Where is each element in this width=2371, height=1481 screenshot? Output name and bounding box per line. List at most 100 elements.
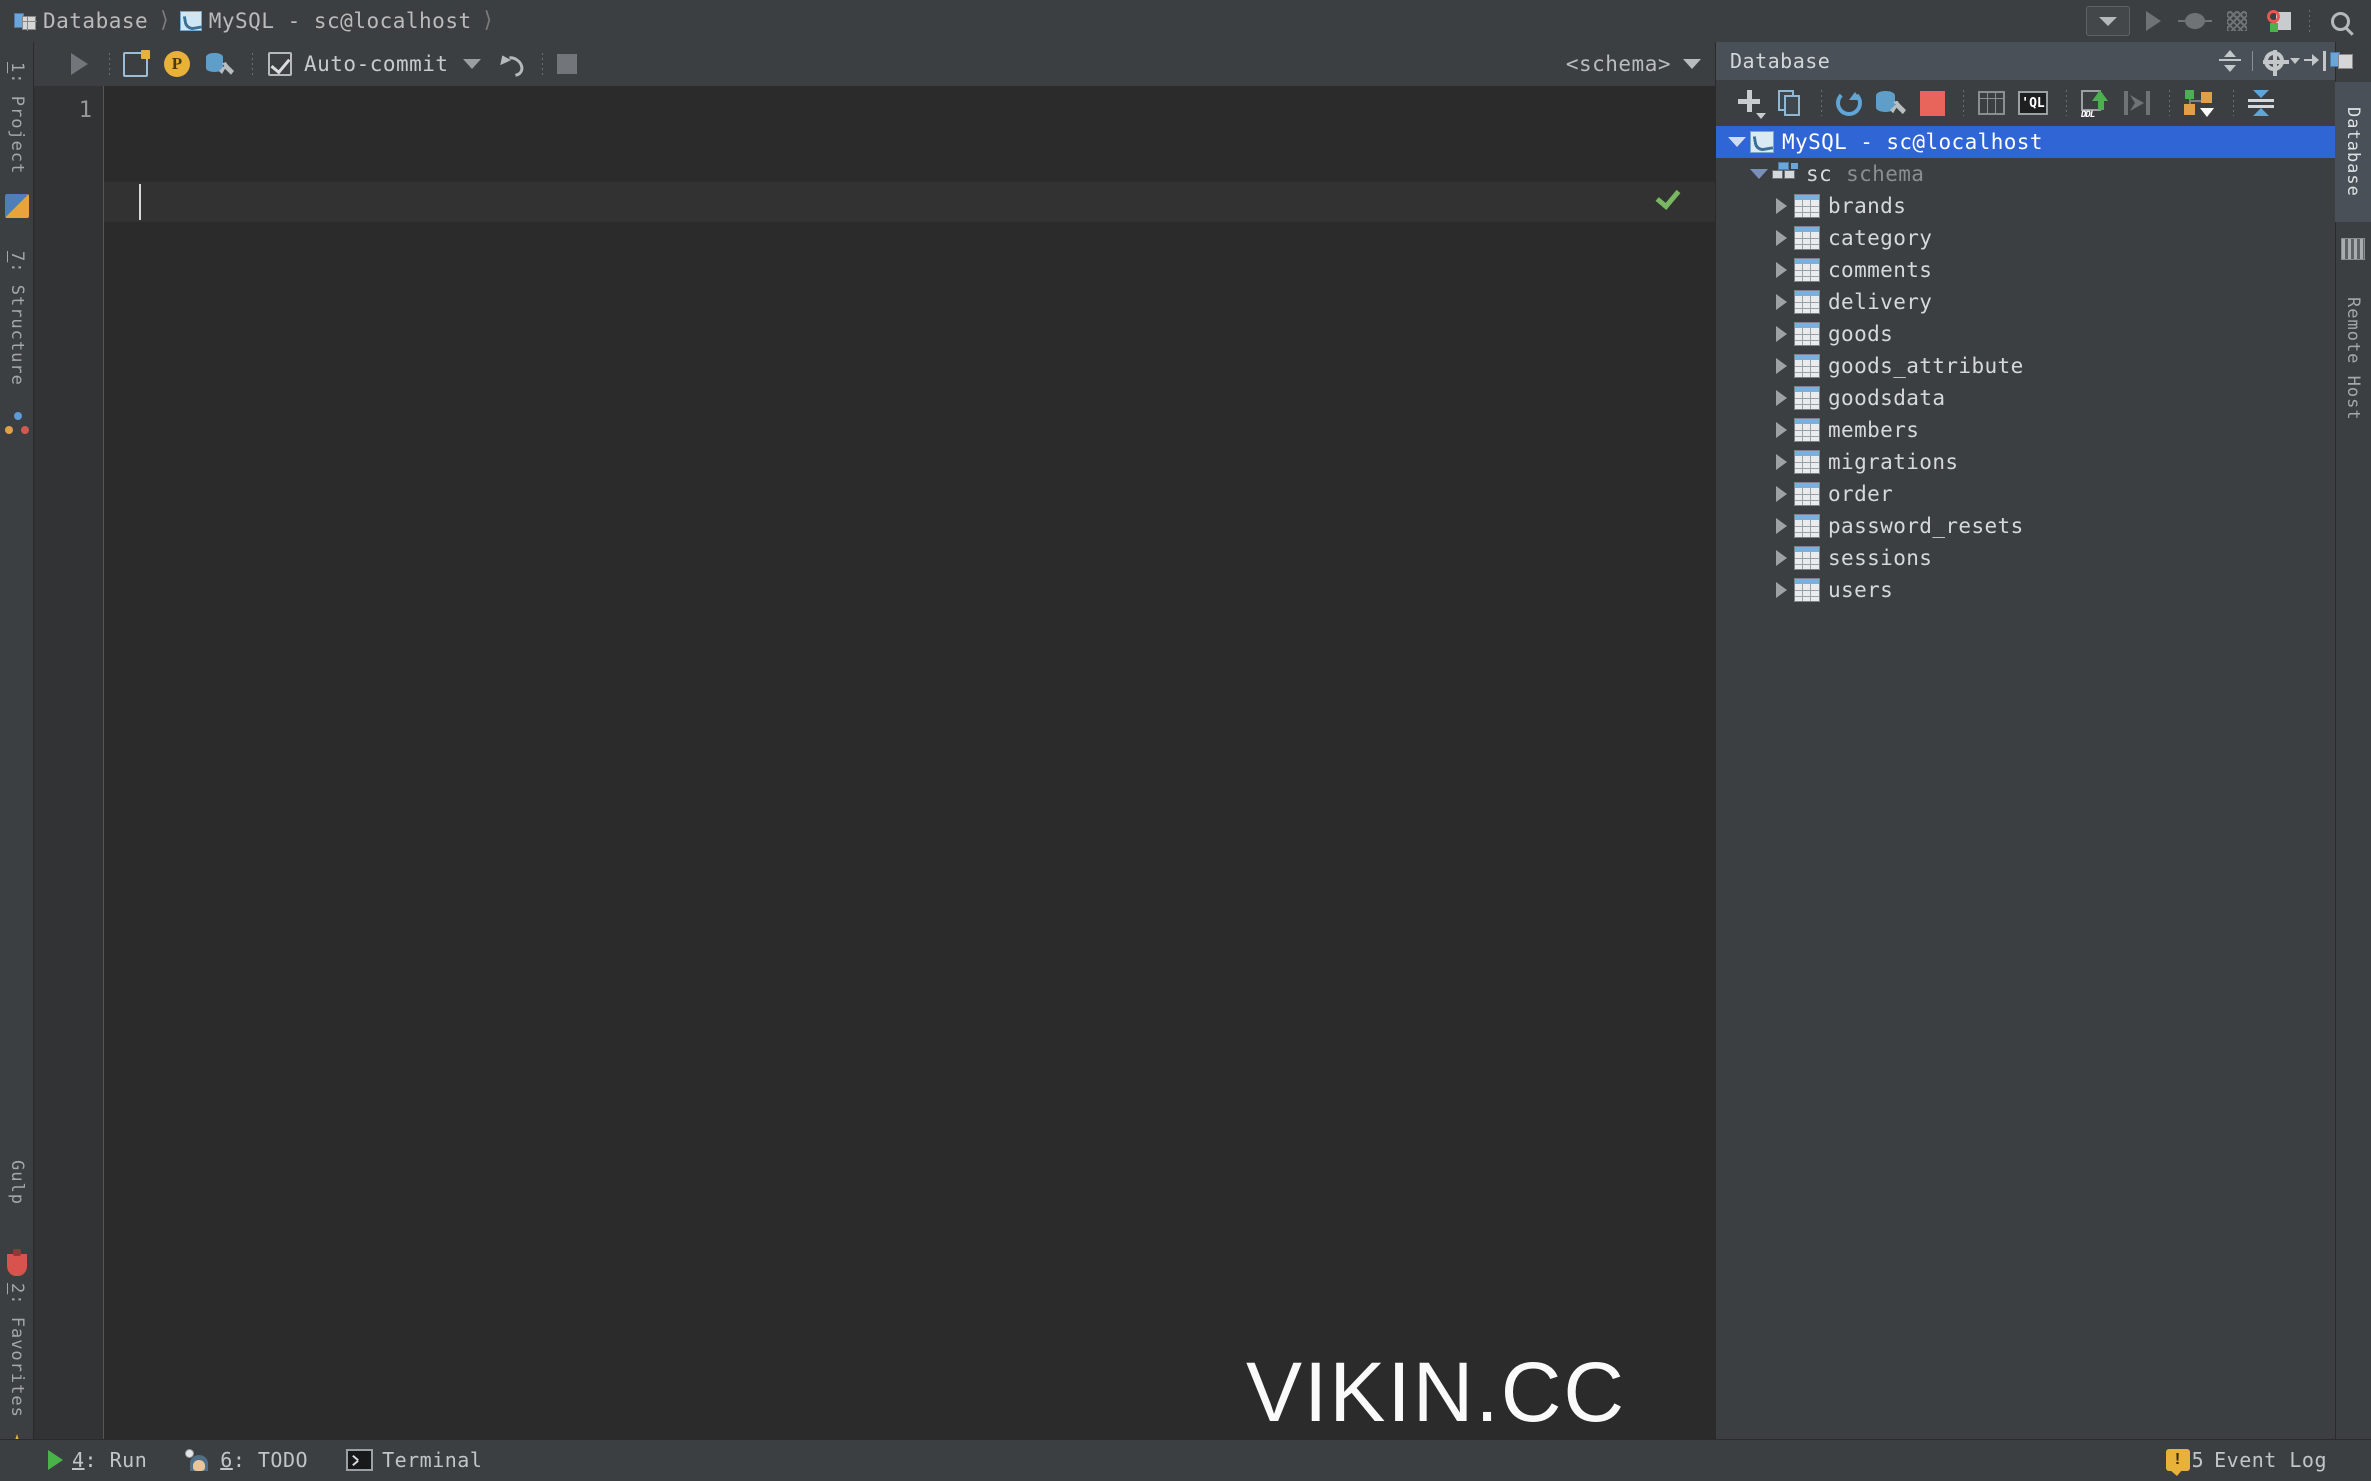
tree-node-label: brands bbox=[1828, 194, 1907, 218]
expand-collapse-button[interactable] bbox=[2243, 86, 2279, 120]
stop-process-button[interactable] bbox=[2260, 6, 2298, 36]
tree-node-table[interactable]: category bbox=[1716, 222, 2336, 254]
run-configuration-dropdown[interactable] bbox=[2086, 6, 2130, 36]
status-todo[interactable]: 6: TODO bbox=[185, 1448, 308, 1472]
expand-arrow-icon[interactable] bbox=[1768, 286, 1794, 318]
expand-arrow-icon[interactable] bbox=[1768, 574, 1794, 606]
p-circle-icon: P bbox=[164, 51, 190, 77]
breadcrumb-item-connection[interactable]: MySQL - sc@localhost bbox=[179, 0, 472, 42]
auto-commit-toggle[interactable]: Auto-commit bbox=[268, 52, 491, 76]
tree-node-label: goodsdata bbox=[1828, 386, 1946, 410]
chevron-down-icon[interactable] bbox=[2290, 58, 2300, 64]
database-icon[interactable] bbox=[2330, 50, 2354, 72]
chevron-down-icon[interactable] bbox=[462, 59, 481, 69]
tree-node-schema[interactable]: sc schema bbox=[1716, 158, 2336, 190]
stop-button[interactable] bbox=[1915, 86, 1949, 120]
stop-query-button[interactable] bbox=[550, 49, 584, 79]
sidebar-tab-database[interactable]: Database bbox=[2335, 82, 2371, 222]
tree-node-table[interactable]: delivery bbox=[1716, 286, 2336, 318]
expand-arrow-icon[interactable] bbox=[1768, 542, 1794, 574]
diagram-button[interactable] bbox=[2179, 86, 2219, 120]
copy-icon bbox=[1778, 90, 1802, 116]
toolbar-divider bbox=[109, 53, 110, 75]
tree-node-table[interactable]: comments bbox=[1716, 254, 2336, 286]
sidebar-tab-remote-host[interactable]: Remote Host bbox=[2335, 270, 2371, 448]
rollback-button[interactable] bbox=[491, 49, 529, 79]
expand-arrow-icon[interactable] bbox=[1768, 222, 1794, 254]
jump-to-data-button[interactable] bbox=[1973, 86, 2009, 120]
tree-node-table[interactable]: users bbox=[1716, 574, 2336, 606]
collapse-all-icon[interactable] bbox=[2219, 50, 2241, 72]
parameters-button[interactable]: P bbox=[159, 49, 195, 79]
schema-selector[interactable]: <schema> bbox=[1566, 52, 1715, 76]
expand-arrow-icon[interactable] bbox=[1768, 318, 1794, 350]
tree-node-table[interactable]: goodsdata bbox=[1716, 382, 2336, 414]
open-query-console-button[interactable]: 'QL bbox=[2014, 86, 2052, 120]
synchronize-button[interactable] bbox=[1831, 86, 1867, 120]
debug-button[interactable] bbox=[2176, 6, 2214, 36]
table-icon bbox=[1794, 578, 1820, 602]
sidebar-tab-favorites[interactable]: 2: Favorites bbox=[0, 1270, 34, 1430]
duplicate-button[interactable] bbox=[1773, 86, 1807, 120]
status-run[interactable]: 4: Run bbox=[48, 1448, 147, 1472]
status-terminal[interactable]: Terminal bbox=[346, 1448, 482, 1472]
execute-button[interactable] bbox=[62, 49, 96, 79]
data-source-properties-button[interactable] bbox=[1872, 86, 1910, 120]
data-source-properties-button[interactable] bbox=[201, 49, 239, 79]
chevron-down-icon bbox=[2099, 16, 2117, 26]
status-bar: 4: Run 6: TODO Terminal ! 5 Event Log bbox=[0, 1439, 2371, 1481]
tree-node-table[interactable]: migrations bbox=[1716, 446, 2336, 478]
sidebar-tab-gulp[interactable]: Gulp bbox=[0, 1142, 34, 1222]
remote-host-icon[interactable] bbox=[2341, 238, 2365, 260]
tree-node-table[interactable]: goods bbox=[1716, 318, 2336, 350]
status-event-log[interactable]: ! 5 Event Log bbox=[2165, 1448, 2371, 1476]
tree-node-table[interactable]: password_resets bbox=[1716, 510, 2336, 542]
status-label: Terminal bbox=[382, 1448, 483, 1472]
tree-node-table[interactable]: goods_attribute bbox=[1716, 350, 2336, 382]
expand-arrow-icon[interactable] bbox=[1768, 414, 1794, 446]
table-icon bbox=[1794, 354, 1820, 378]
table-icon bbox=[1794, 258, 1820, 282]
editor-gutter[interactable]: 1 bbox=[34, 86, 104, 1439]
inspection-ok-icon[interactable] bbox=[1657, 186, 1677, 206]
tree-node-connection[interactable]: MySQL - sc@localhost bbox=[1716, 126, 2336, 158]
expand-arrow-icon[interactable] bbox=[1768, 190, 1794, 222]
search-everywhere-button[interactable] bbox=[2321, 6, 2359, 36]
compare-icon bbox=[2124, 91, 2150, 115]
expand-arrow-icon[interactable] bbox=[1724, 126, 1750, 158]
tree-node-table[interactable]: members bbox=[1716, 414, 2336, 446]
sidebar-tab-label: 1: Project bbox=[7, 61, 27, 175]
hide-panel-icon[interactable] bbox=[2304, 51, 2326, 71]
tree-node-table[interactable]: sessions bbox=[1716, 542, 2336, 574]
sidebar-tab-project[interactable]: 1: Project bbox=[0, 48, 34, 188]
expand-arrow-icon[interactable] bbox=[1768, 382, 1794, 414]
structure-icon[interactable] bbox=[5, 412, 29, 436]
new-console-button[interactable] bbox=[117, 49, 153, 79]
open-ddl-button[interactable]: DDL bbox=[2076, 86, 2114, 120]
stop-process-icon bbox=[2267, 10, 2291, 32]
coverage-button[interactable] bbox=[2218, 6, 2256, 36]
sql-editor[interactable]: 1 VIKIN.CC bbox=[34, 86, 2031, 1439]
gear-icon[interactable] bbox=[2263, 50, 2289, 76]
refresh-icon bbox=[1836, 90, 1862, 116]
run-button[interactable] bbox=[2134, 6, 2172, 36]
tree-node-table[interactable]: brands bbox=[1716, 190, 2336, 222]
database-panel-header-actions bbox=[2219, 50, 2326, 76]
add-data-source-button[interactable] bbox=[1734, 86, 1768, 120]
tree-node-table[interactable]: order bbox=[1716, 478, 2336, 510]
expand-arrow-icon[interactable] bbox=[1768, 446, 1794, 478]
bug-icon bbox=[2178, 13, 2212, 29]
database-tool-window: Database 'QL DDL MySQL - sc@localhost sc… bbox=[1715, 42, 2336, 1439]
compare-button[interactable] bbox=[2119, 86, 2155, 120]
sidebar-tab-structure[interactable]: 7: Structure bbox=[0, 238, 34, 398]
project-icon[interactable] bbox=[5, 194, 29, 218]
expand-arrow-icon[interactable] bbox=[1768, 478, 1794, 510]
expand-arrow-icon[interactable] bbox=[1746, 158, 1772, 190]
breadcrumb-item-database[interactable]: Database bbox=[14, 0, 148, 42]
expand-arrow-icon[interactable] bbox=[1768, 350, 1794, 382]
table-icon bbox=[1794, 194, 1820, 218]
expand-arrow-icon[interactable] bbox=[1768, 510, 1794, 542]
schema-icon bbox=[1772, 162, 1798, 186]
table-icon bbox=[1794, 386, 1820, 410]
expand-arrow-icon[interactable] bbox=[1768, 254, 1794, 286]
